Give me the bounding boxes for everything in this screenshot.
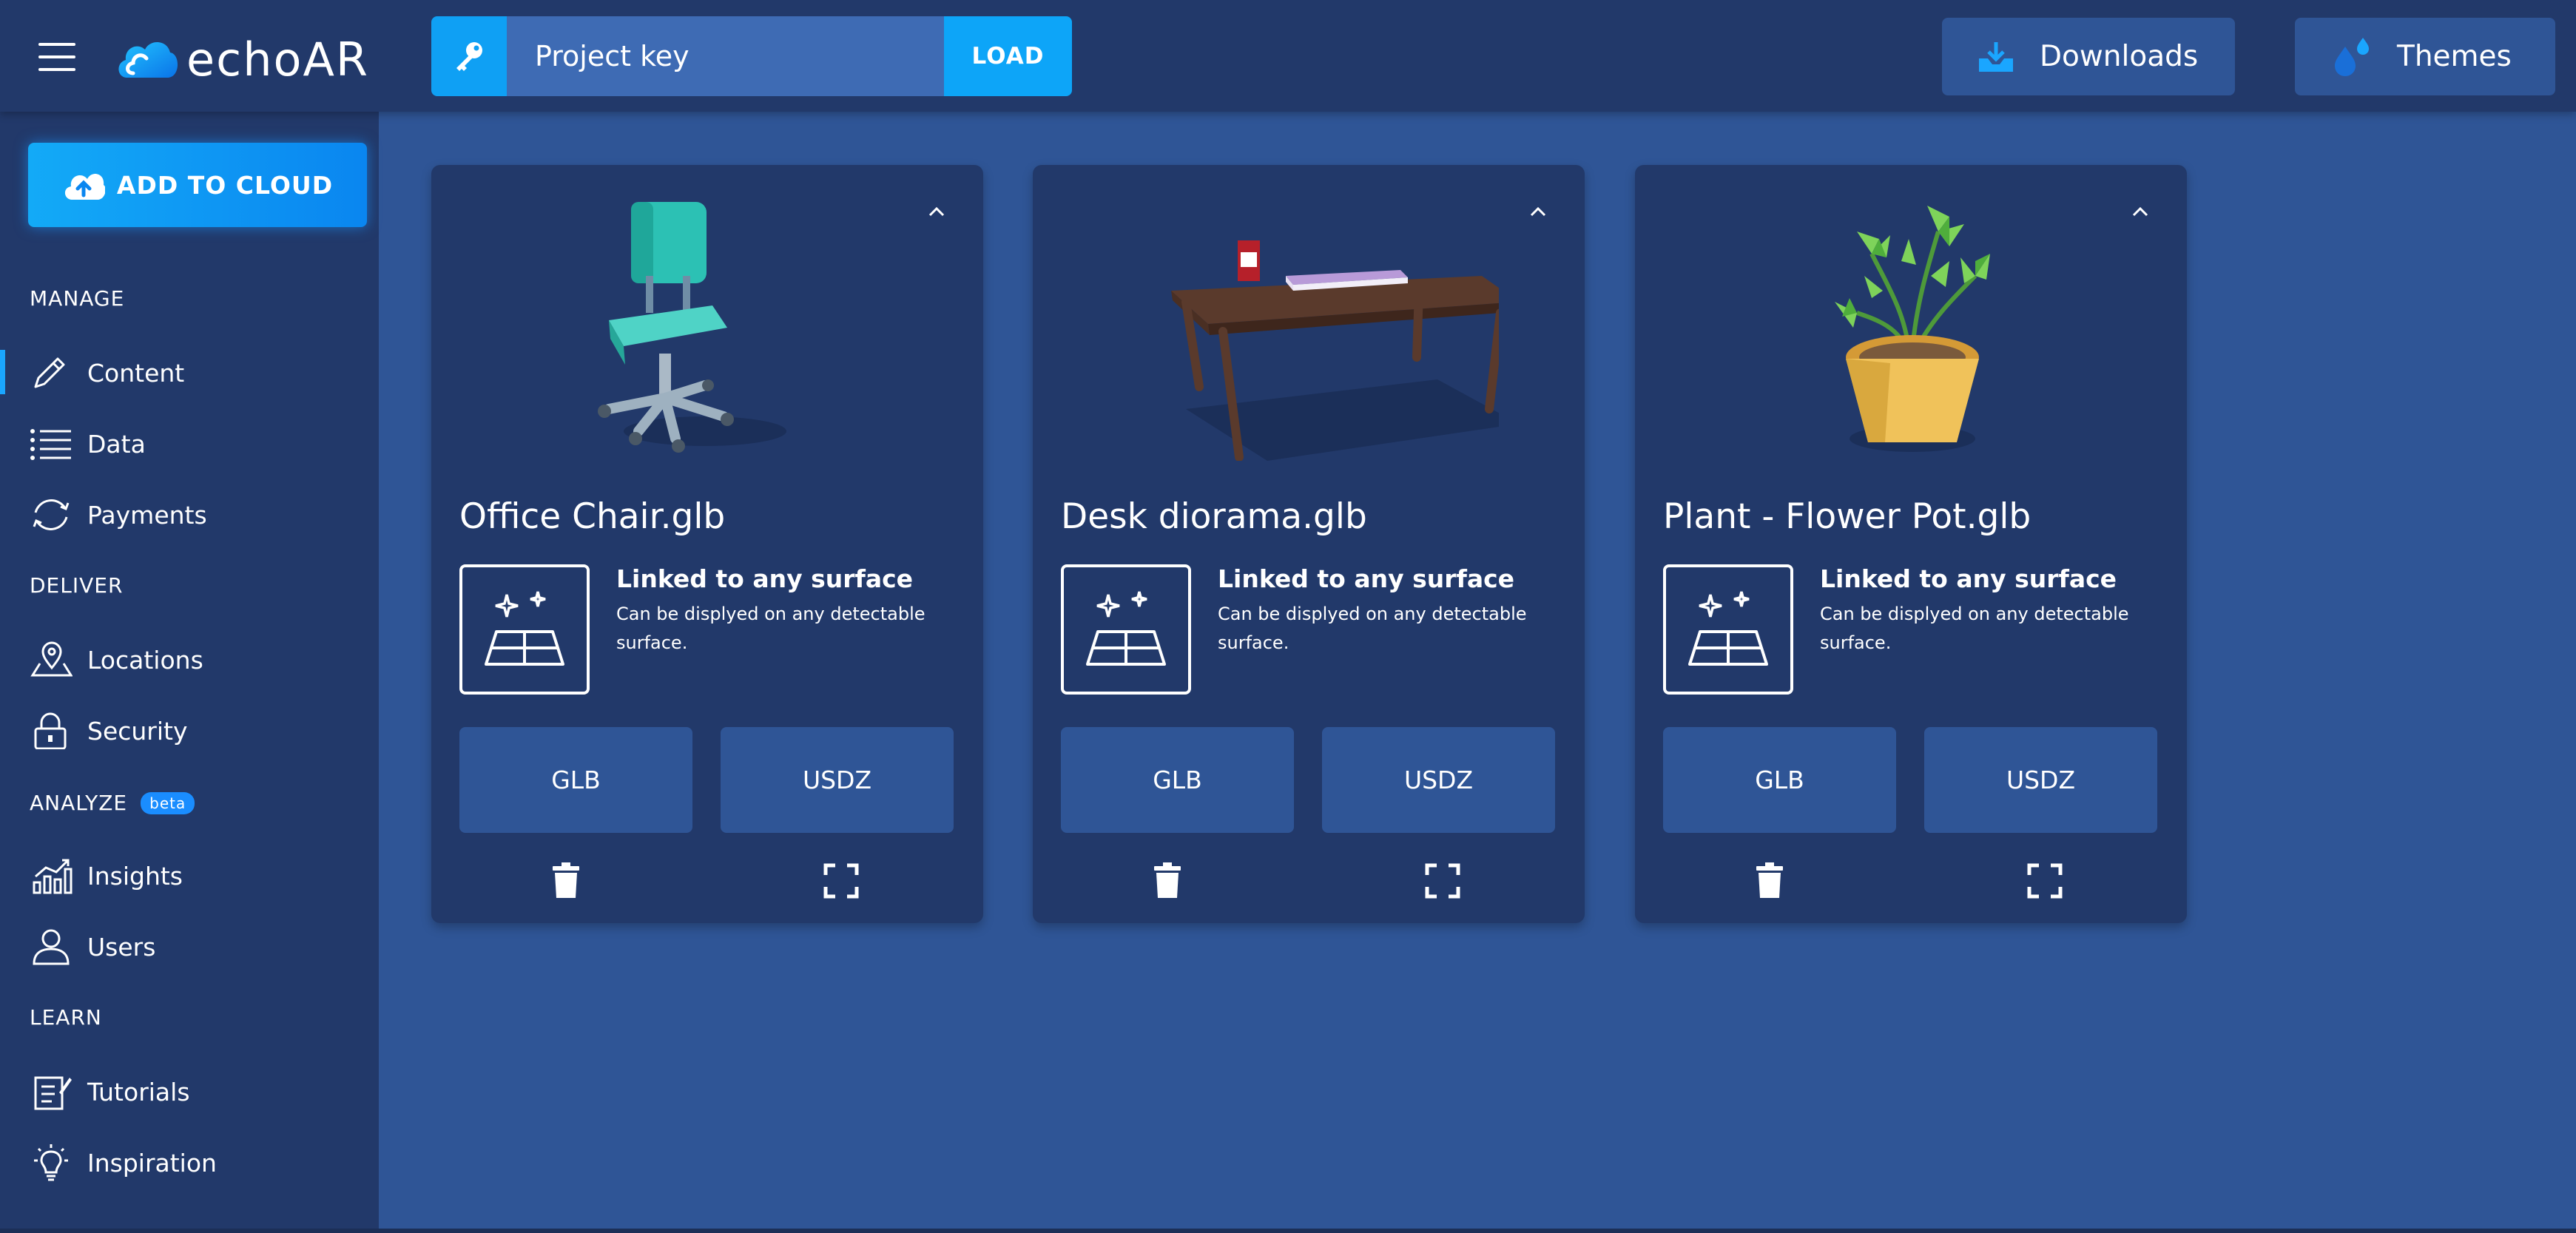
sidebar-item-locations[interactable]: Locations (0, 629, 379, 689)
collapse-chevron-icon[interactable] (2122, 193, 2159, 230)
sidebar-item-label: Security (87, 717, 188, 746)
themes-label: Themes (2397, 40, 2512, 73)
surface-anchor-icon[interactable] (1663, 564, 1793, 695)
file-name[interactable]: Plant - Flower Pot.glb (1663, 496, 2031, 537)
surface-anchor-icon[interactable] (1061, 564, 1191, 695)
usdz-download-button[interactable]: USDZ (1322, 727, 1555, 833)
sidebar-item-security[interactable]: Security (0, 700, 379, 760)
section-analyze-label: ANALYZE (30, 791, 128, 815)
usdz-download-button[interactable]: USDZ (1924, 727, 2157, 833)
themes-button[interactable]: Themes (2295, 18, 2555, 95)
collapse-chevron-icon[interactable] (1520, 193, 1557, 230)
trash-icon[interactable] (550, 862, 582, 899)
hamburger-menu-icon[interactable] (38, 43, 75, 72)
project-key-bar: LOAD (431, 16, 1072, 96)
project-key-input[interactable] (507, 16, 944, 96)
sidebar-item-insights[interactable]: Insights (0, 845, 379, 905)
anchor-title: Linked to any surface (616, 564, 914, 593)
sidebar-item-data[interactable]: Data (0, 413, 379, 473)
sidebar-item-label: Inspiration (87, 1149, 217, 1178)
lock-icon (34, 712, 67, 749)
fullscreen-icon[interactable] (823, 863, 859, 899)
pencil-icon (34, 357, 65, 388)
glb-download-button[interactable]: GLB (1061, 727, 1294, 833)
top-bar: echoAR LOAD Downloads Theme (0, 0, 2576, 112)
sidebar-item-payments[interactable]: Payments (0, 484, 379, 544)
anchor-description: Can be displyed on any detectable surfac… (616, 604, 925, 653)
beta-badge: beta (141, 791, 195, 814)
asset-card: Plant - Flower Pot.glb Linked to any sur… (1635, 165, 2187, 923)
downloads-label: Downloads (2040, 40, 2199, 73)
glb-download-button[interactable]: GLB (459, 727, 692, 833)
sidebar-item-label: Locations (87, 646, 203, 675)
model-thumbnail[interactable] (1761, 187, 2061, 461)
load-button[interactable]: LOAD (944, 16, 1072, 96)
asset-card: Desk diorama.glb Linked to any surface C… (1033, 165, 1585, 923)
lightbulb-icon (34, 1144, 68, 1181)
sidebar-item-tutorials[interactable]: Tutorials (0, 1061, 379, 1121)
asset-card: Office Chair.glb Linked to any surface C… (431, 165, 983, 923)
model-thumbnail[interactable] (557, 187, 857, 461)
cloud-upload-icon (64, 174, 105, 200)
section-analyze: ANALYZE beta (30, 791, 195, 815)
sidebar-item-label: Tutorials (87, 1078, 190, 1107)
refresh-icon (33, 499, 70, 530)
sidebar-item-content[interactable]: Content (0, 342, 379, 402)
droplets-icon (2330, 36, 2372, 78)
chart-icon (33, 859, 73, 894)
surface-anchor-icon[interactable] (459, 564, 590, 695)
fullscreen-icon[interactable] (2027, 863, 2063, 899)
trash-icon[interactable] (1753, 862, 1786, 899)
trash-icon[interactable] (1151, 862, 1184, 899)
section-deliver: DELIVER (30, 573, 124, 598)
sidebar-item-label: Insights (87, 862, 183, 891)
fullscreen-icon[interactable] (1425, 863, 1460, 899)
brand-name: echoAR (186, 32, 369, 87)
cloud-logo-icon (118, 41, 178, 78)
file-name[interactable]: Office Chair.glb (459, 496, 725, 537)
list-icon (30, 429, 71, 460)
sidebar-item-label: Users (87, 933, 156, 962)
sidebar: ADD TO CLOUD MANAGE Content Data Payment… (0, 112, 379, 1229)
downloads-button[interactable]: Downloads (1942, 18, 2235, 95)
add-to-cloud-button[interactable]: ADD TO CLOUD (28, 143, 367, 227)
anchor-description: Can be displyed on any detectable surfac… (1820, 604, 2129, 653)
download-icon (1977, 41, 2014, 73)
usdz-download-button[interactable]: USDZ (721, 727, 954, 833)
sidebar-item-users[interactable]: Users (0, 916, 379, 976)
notebook-icon (34, 1076, 72, 1110)
anchor-description: Can be displyed on any detectable surfac… (1218, 604, 1527, 653)
sidebar-item-label: Payments (87, 501, 207, 530)
sidebar-item-inspiration[interactable]: Inspiration (0, 1132, 379, 1192)
anchor-title: Linked to any surface (1218, 564, 1515, 593)
brand-logo[interactable]: echoAR (115, 30, 369, 89)
file-name[interactable]: Desk diorama.glb (1061, 496, 1367, 537)
section-manage: MANAGE (30, 286, 125, 311)
key-icon (431, 16, 507, 96)
anchor-title: Linked to any surface (1820, 564, 2117, 593)
section-learn: LEARN (30, 1005, 102, 1030)
map-pin-icon (30, 641, 73, 677)
sidebar-item-label: Data (87, 430, 146, 459)
add-to-cloud-label: ADD TO CLOUD (116, 170, 334, 200)
user-icon (33, 929, 70, 965)
bottom-edge (0, 1229, 2576, 1233)
collapse-chevron-icon[interactable] (918, 193, 955, 230)
glb-download-button[interactable]: GLB (1663, 727, 1896, 833)
sidebar-item-label: Content (87, 359, 185, 388)
model-thumbnail[interactable] (1114, 187, 1499, 461)
